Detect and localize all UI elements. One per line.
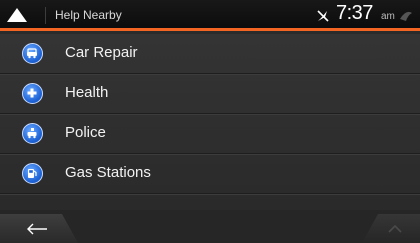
- list-item-label: Car Repair: [65, 44, 138, 61]
- police-icon: [22, 123, 43, 144]
- bottom-bar: [0, 210, 420, 243]
- gps-off-icon: [317, 10, 329, 22]
- car-repair-icon: [22, 43, 43, 64]
- clock-time: 7:37: [336, 2, 373, 24]
- signal-icon: [400, 11, 412, 21]
- list-item-label: Gas Stations: [65, 164, 151, 181]
- list-item-label: Police: [65, 124, 106, 141]
- page-title: Help Nearby: [55, 8, 122, 22]
- arrow-left-icon: [27, 223, 47, 235]
- header-divider: [45, 7, 46, 24]
- list-item-car-repair[interactable]: Car Repair: [0, 34, 420, 74]
- health-cross-icon: [22, 83, 43, 104]
- help-nearby-list: Car Repair Health Police Gas Stations: [0, 34, 420, 210]
- navigation-arrow-icon[interactable]: [6, 7, 28, 23]
- scroll-up-button[interactable]: [362, 214, 420, 243]
- clock-ampm: am: [381, 11, 395, 22]
- gas-station-icon: [22, 163, 43, 184]
- list-item-gas-stations[interactable]: Gas Stations: [0, 154, 420, 194]
- back-button[interactable]: [0, 214, 78, 243]
- top-bar: Help Nearby 7:37 am: [0, 0, 420, 31]
- list-item-health[interactable]: Health: [0, 74, 420, 114]
- chevron-up-icon: [388, 224, 402, 233]
- list-item-police[interactable]: Police: [0, 114, 420, 154]
- list-item-label: Health: [65, 84, 109, 101]
